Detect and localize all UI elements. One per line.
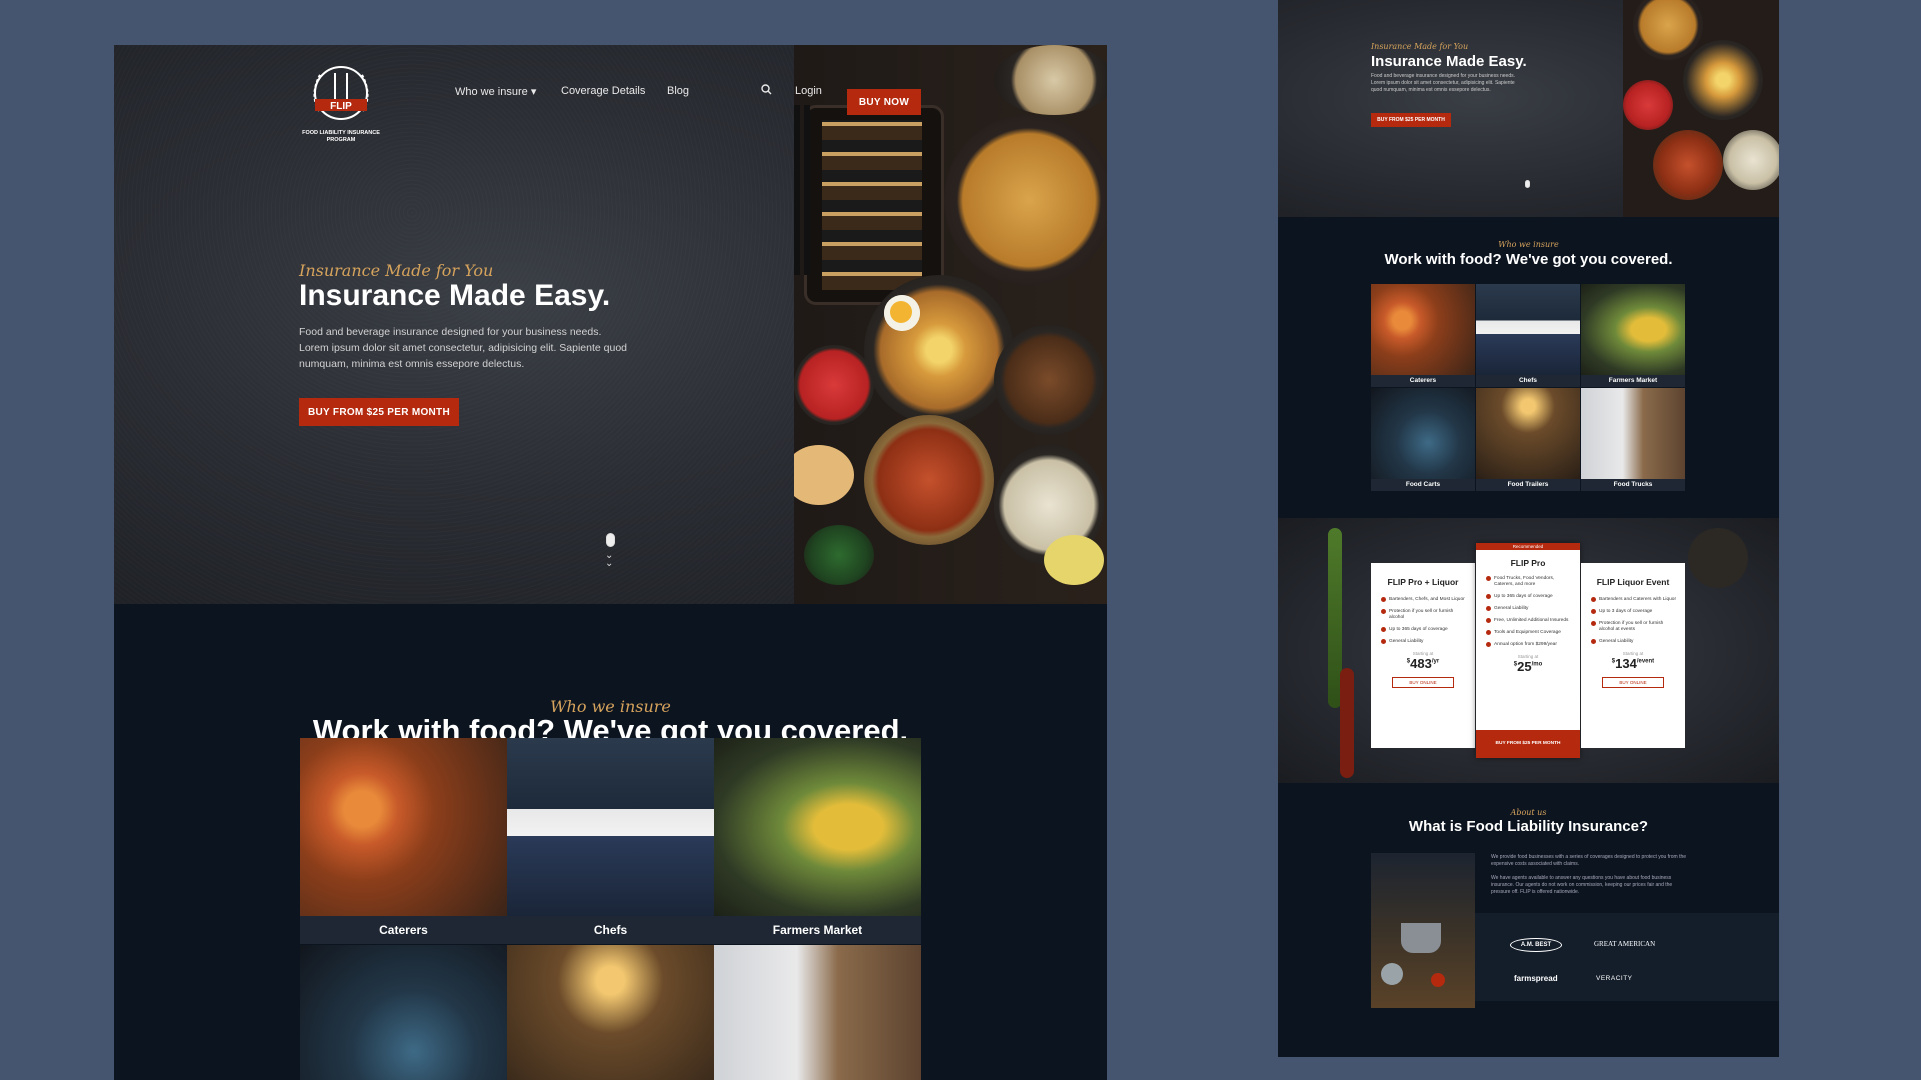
svg-text:FLIP: FLIP [330,101,352,112]
mini-scroll-mouse-icon[interactable] [1525,180,1530,188]
mini-hero-cta[interactable]: BUY FROM $25 PER MONTH [1371,113,1451,127]
hero-section: FLIP FOOD LIABILITY INSURANCE PROGRAM Wh… [114,45,1107,604]
tile-farmers-market[interactable]: Farmers Market [714,738,921,944]
plan-pro-liquor-buy-button[interactable]: BUY ONLINE [1392,677,1454,688]
mini-tile-food-trucks[interactable]: Food Trucks [1581,388,1685,491]
about-title: What is Food Liability Insurance? [1408,818,1649,835]
partner-logo-great-american: GREAT AMERICAN [1594,940,1656,948]
hero-food-image [794,45,1107,604]
buy-now-button[interactable]: BUY NOW [847,89,921,115]
nav-login[interactable]: Login [795,85,822,97]
plan-card-pro-liquor[interactable]: FLIP Pro + Liquor Bartenders, Chefs, and… [1371,563,1475,748]
plan-pro-buy-button[interactable]: BUY FROM $25 PER MONTH [1476,730,1580,758]
about-paragraph-1: We provide food businesses with a series… [1491,854,1687,867]
recommended-badge: Recommended [1476,543,1580,550]
tile-food-carts[interactable] [300,945,507,1080]
mini-who-script: Who we insure [1498,240,1559,249]
partner-logo-veracity: VERACITY [1596,975,1633,982]
chevron-down-icon: ▾ [530,86,537,98]
hero-cta-button[interactable]: BUY FROM $25 PER MONTH [299,398,459,426]
mini-tile-farmers-market[interactable]: Farmers Market [1581,284,1685,387]
chevron-down-icon: ⌄ [605,558,614,569]
about-image [1371,853,1475,1008]
plan-liquor-event-buy-button[interactable]: BUY ONLINE [1602,677,1664,688]
hero-description: Food and beverage insurance designed for… [299,326,628,370]
tile-food-trucks[interactable] [714,945,921,1080]
mini-hero-food-image [1623,0,1779,217]
partner-logo-am-best: A.M. BEST [1510,938,1562,952]
hero-title: Insurance Made Easy. [299,279,611,312]
nav-who-we-insure[interactable]: Who we insure ▾ [455,85,536,98]
mini-tile-caterers[interactable]: Caterers [1371,284,1475,387]
pricing-section: FLIP Pro + Liquor Bartenders, Chefs, and… [1278,518,1779,783]
desktop-mockup: FLIP FOOD LIABILITY INSURANCE PROGRAM Wh… [114,45,1107,1080]
tile-chefs[interactable]: Chefs [507,738,714,944]
about-section: About us What is Food Liability Insuranc… [1278,783,1779,1057]
mini-hero-script: Insurance Made for You [1371,42,1469,51]
about-paragraph-2: We have agents available to answer any q… [1491,875,1673,895]
full-page-mockup: Insurance Made for You Insurance Made Ea… [1278,0,1779,1057]
mini-hero-title: Insurance Made Easy. [1371,53,1527,70]
mini-hero-section: Insurance Made for You Insurance Made Ea… [1278,0,1779,217]
mini-tile-food-carts[interactable]: Food Carts [1371,388,1475,491]
plan-card-liquor-event[interactable]: FLIP Liquor Event Bartenders and Caterer… [1581,563,1685,748]
plan-card-pro[interactable]: Recommended FLIP Pro Food Trucks, Food V… [1476,543,1580,758]
hero-script-heading: Insurance Made for You [299,261,494,280]
scroll-mouse-icon[interactable] [606,533,615,547]
mini-hero-description: Food and beverage insurance designed for… [1371,73,1515,93]
mini-tile-chefs[interactable]: Chefs [1476,284,1580,387]
nav-coverage-details[interactable]: Coverage Details [561,85,645,97]
logo-subtitle: FOOD LIABILITY INSURANCE PROGRAM [302,130,380,143]
about-script: About us [1510,808,1547,817]
search-icon[interactable] [761,84,772,98]
partner-logo-farmspread: farmspread [1514,974,1558,983]
mini-tile-food-trailers[interactable]: Food Trailers [1476,388,1580,491]
tile-food-trailers[interactable] [507,945,714,1080]
mini-who-title: Work with food? We've got you covered. [1384,251,1673,268]
tile-caterers[interactable]: Caterers [300,738,507,944]
nav-blog[interactable]: Blog [667,85,689,97]
